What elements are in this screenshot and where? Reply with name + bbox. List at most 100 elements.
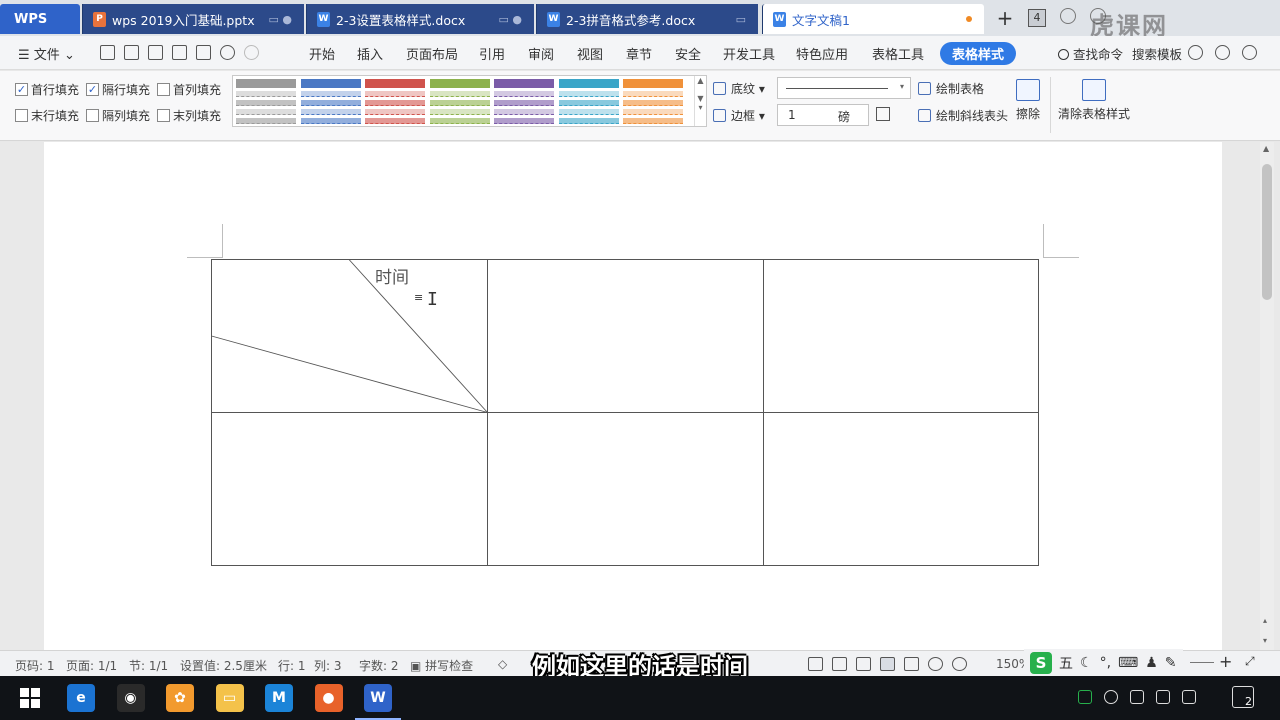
dropdown-arrow-icon: ▾: [755, 81, 765, 96]
taskbar-edge-icon[interactable]: e: [67, 684, 95, 712]
template-search[interactable]: 搜索模板: [1132, 44, 1182, 63]
network-icon[interactable]: [1182, 690, 1196, 704]
windows-start-icon[interactable]: [20, 688, 40, 708]
menu-developer[interactable]: 开发工具: [723, 44, 775, 63]
menu-table-style[interactable]: 表格样式: [940, 42, 1017, 65]
scrollbar-thumb[interactable]: [1262, 164, 1272, 300]
more-icon[interactable]: [1215, 45, 1230, 60]
border-icon: [713, 109, 726, 122]
taskbar-photo-icon[interactable]: ✿: [166, 684, 194, 712]
tab-docx-pinyin[interactable]: W 2-3拼音格式参考.docx ▭: [536, 4, 758, 34]
erase-button[interactable]: 擦除: [1016, 79, 1040, 122]
vertical-scrollbar[interactable]: ▲ ▴ ▾: [1260, 142, 1274, 650]
docx-file-icon: W: [317, 11, 330, 27]
menu-chapter[interactable]: 章节: [626, 44, 652, 63]
draw-table-button[interactable]: 绘制表格: [918, 80, 984, 97]
taskbar-firefox-icon[interactable]: ●: [314, 684, 343, 712]
menu-page-layout[interactable]: 页面布局: [406, 44, 458, 63]
print-preview-icon[interactable]: [196, 45, 211, 60]
undo-icon[interactable]: [220, 45, 235, 60]
minimize-icon[interactable]: [1060, 8, 1076, 24]
command-search[interactable]: 查找命令: [1058, 44, 1123, 63]
tab-close-icon[interactable]: ▭ ●: [499, 13, 523, 26]
table-style-swatch[interactable]: [558, 79, 619, 124]
line-weight-unit: 磅: [838, 110, 851, 124]
line-weight-select[interactable]: 1 磅: [777, 104, 869, 126]
paint-bucket-icon: [713, 82, 726, 95]
table-style-swatch[interactable]: [365, 79, 425, 124]
border-button[interactable]: 边框 ▾: [713, 107, 765, 124]
menu-view[interactable]: 视图: [577, 44, 603, 63]
clear-style-icon: [1082, 79, 1106, 101]
file-menu-button[interactable]: ☰ 文件 ⌄: [18, 44, 75, 63]
taskbar-maxthon-icon[interactable]: M: [265, 684, 293, 712]
menu-special-apps[interactable]: 特色应用: [796, 44, 848, 63]
format-painter-icon[interactable]: [148, 45, 163, 60]
scroll-up-icon[interactable]: ▴: [1263, 616, 1267, 625]
taskbar-explorer-icon[interactable]: ▭: [215, 684, 244, 712]
diagonal-header-line: [211, 335, 488, 413]
chevron-down-icon: ⌄: [59, 48, 75, 63]
menu-table-tools[interactable]: 表格工具: [872, 44, 924, 63]
docx-file-icon: W: [547, 11, 560, 27]
menu-security[interactable]: 安全: [675, 44, 701, 63]
document-page[interactable]: 时间 ≡ I: [44, 142, 1222, 650]
taskbar-obs-icon[interactable]: ◉: [116, 684, 145, 712]
dropdown-arrow-icon: ▾: [755, 108, 765, 123]
print-icon[interactable]: [172, 45, 187, 60]
checkbox-banded-rows[interactable]: ✓ 隔行填充: [86, 81, 150, 98]
battery-icon[interactable]: [1130, 690, 1144, 704]
tab-close-icon[interactable]: ▭ ●: [269, 13, 293, 26]
tab-label: 文字文稿1: [792, 12, 850, 28]
checkbox-last-row[interactable]: 末行填充: [15, 107, 79, 124]
new-doc-icon[interactable]: [100, 45, 115, 60]
notification-icon[interactable]: 2: [1232, 686, 1254, 708]
clear-style-label: 清除表格样式: [1058, 107, 1131, 121]
menu-start[interactable]: 开始: [309, 44, 335, 63]
help-icon[interactable]: [1188, 45, 1203, 60]
checkbox-label: 末列填充: [173, 109, 222, 123]
table-style-swatch[interactable]: [236, 79, 296, 124]
redo-icon[interactable]: [244, 45, 259, 60]
shading-button[interactable]: 底纹 ▾: [713, 80, 765, 97]
taskbar-wps-icon[interactable]: W: [355, 684, 401, 720]
erase-label: 擦除: [1016, 107, 1041, 121]
docx-file-icon: W: [773, 11, 786, 27]
document-area: 时间 ≡ I ▲ ▴ ▾: [0, 142, 1280, 650]
scroll-up-icon[interactable]: ▲: [1263, 144, 1269, 153]
tab-docx-style[interactable]: W 2-3设置表格样式.docx ▭ ●: [306, 4, 534, 34]
scroll-down-icon[interactable]: ▾: [1263, 636, 1267, 645]
line-style-select[interactable]: ▾: [777, 77, 911, 99]
menu-bar: ☰ 文件 ⌄ 开始 插入 页面布局 引用 审阅 视图 章节 安全 开发工具 特色…: [0, 36, 1280, 70]
tab-current-doc[interactable]: W 文字文稿1: [762, 4, 984, 34]
chrome-tray-icon[interactable]: [1104, 690, 1118, 704]
table-style-swatch[interactable]: [300, 79, 361, 124]
checkbox-first-column[interactable]: 首列填充: [157, 81, 221, 98]
checkbox-banded-columns[interactable]: 隔列填充: [86, 107, 150, 124]
menu-references[interactable]: 引用: [479, 44, 505, 63]
wps-home-tab[interactable]: WPS: [0, 4, 80, 34]
checkbox-header-row[interactable]: ✓ 首行填充: [15, 81, 79, 98]
table-style-swatch[interactable]: [494, 79, 554, 124]
volume-icon[interactable]: [1156, 690, 1170, 704]
clear-table-style-button[interactable]: 清除表格样式: [1058, 79, 1130, 122]
checkbox-unchecked-icon: [157, 83, 170, 96]
tab-pptx[interactable]: P wps 2019入门基础.pptx ▭ ●: [82, 4, 304, 34]
shading-label: 底纹: [731, 82, 756, 96]
tab-close-icon[interactable]: ▭: [736, 13, 746, 26]
new-tab-button[interactable]: +: [992, 6, 1018, 32]
save-icon[interactable]: [124, 45, 139, 60]
checkbox-last-column[interactable]: 末列填充: [157, 107, 221, 124]
collapse-ribbon-icon[interactable]: [1242, 45, 1257, 60]
pen-color-icon[interactable]: [876, 107, 890, 121]
menu-review[interactable]: 审阅: [528, 44, 554, 63]
header-cell-text[interactable]: 时间: [375, 263, 409, 288]
tab-count-badge[interactable]: 4: [1028, 9, 1046, 27]
sogou-tray-icon[interactable]: [1078, 690, 1092, 704]
quick-access-toolbar: [100, 45, 259, 60]
draw-diagonal-header-button[interactable]: 绘制斜线表头: [918, 107, 1008, 124]
table-style-swatch[interactable]: [429, 79, 490, 124]
table-style-swatch[interactable]: [623, 79, 683, 124]
menu-insert[interactable]: 插入: [357, 44, 383, 63]
gallery-scroll[interactable]: ▲ ▼ ▾: [694, 76, 706, 126]
